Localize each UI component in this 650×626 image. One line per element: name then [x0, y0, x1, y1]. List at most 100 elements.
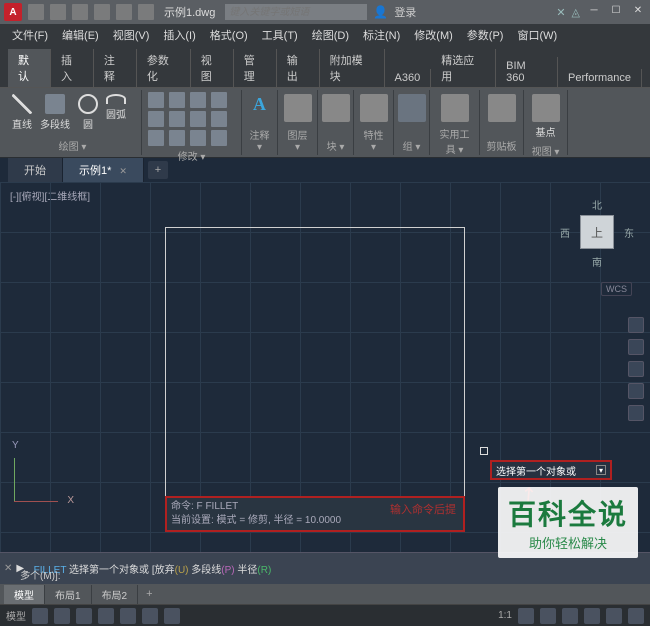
- panel-modify-label[interactable]: 修改 ▾: [148, 146, 235, 163]
- layout1-tab[interactable]: 布局1: [45, 585, 92, 604]
- isolate-icon[interactable]: [562, 608, 578, 624]
- view-cube[interactable]: 上 北 南 东 西: [562, 197, 632, 267]
- user-icon[interactable]: 👤: [373, 5, 388, 19]
- app-logo[interactable]: A: [4, 3, 22, 21]
- otrack-toggle-icon[interactable]: [142, 608, 158, 624]
- close-button[interactable]: ✕: [630, 5, 646, 19]
- stretch-icon[interactable]: [148, 130, 164, 146]
- tab-addins[interactable]: 附加模块: [320, 49, 385, 87]
- panel-layers-label[interactable]: 图层 ▾: [284, 125, 311, 153]
- orbit-icon[interactable]: [628, 383, 644, 399]
- utilities-button[interactable]: [436, 92, 473, 124]
- scale-label[interactable]: 1:1: [498, 610, 512, 621]
- menu-insert[interactable]: 插入(I): [157, 25, 201, 45]
- qat-undo-icon[interactable]: [116, 4, 132, 20]
- new-tab-button[interactable]: +: [148, 161, 168, 179]
- fillet-icon[interactable]: [190, 111, 206, 127]
- viewcube-north[interactable]: 北: [592, 197, 602, 212]
- explode-icon[interactable]: [211, 111, 227, 127]
- rotate-icon[interactable]: [169, 92, 185, 108]
- grid-toggle-icon[interactable]: [32, 608, 48, 624]
- panel-block-label[interactable]: 块 ▾: [324, 136, 347, 153]
- maximize-button[interactable]: ☐: [608, 5, 624, 19]
- search-input[interactable]: [225, 4, 367, 20]
- menu-edit[interactable]: 编辑(E): [56, 25, 105, 45]
- menu-modify[interactable]: 修改(M): [408, 25, 459, 45]
- tab-default[interactable]: 默认: [8, 49, 51, 87]
- copy-icon[interactable]: [148, 111, 164, 127]
- move-icon[interactable]: [148, 92, 164, 108]
- block-button[interactable]: [324, 92, 347, 124]
- tab-manage[interactable]: 管理: [234, 49, 277, 87]
- tab-performance[interactable]: Performance: [558, 69, 642, 87]
- panel-utilities-label[interactable]: 实用工具 ▾: [436, 124, 473, 156]
- line-button[interactable]: 直线: [10, 92, 34, 133]
- panel-group-label[interactable]: 组 ▾: [400, 136, 423, 153]
- tab-featured[interactable]: 精选应用: [431, 49, 496, 87]
- qat-new-icon[interactable]: [28, 4, 44, 20]
- viewcube-south[interactable]: 南: [592, 254, 602, 269]
- menu-tools[interactable]: 工具(T): [256, 25, 304, 45]
- snap-toggle-icon[interactable]: [54, 608, 70, 624]
- customize-icon[interactable]: [628, 608, 644, 624]
- mirror-icon[interactable]: [169, 111, 185, 127]
- menu-window[interactable]: 窗口(W): [511, 25, 563, 45]
- tab-bim360[interactable]: BIM 360: [496, 57, 558, 87]
- array-icon[interactable]: [190, 130, 206, 146]
- menu-draw[interactable]: 绘图(D): [306, 25, 355, 45]
- menu-format[interactable]: 格式(O): [204, 25, 254, 45]
- qat-open-icon[interactable]: [50, 4, 66, 20]
- polyline-button[interactable]: 多段线: [38, 92, 72, 133]
- erase-icon[interactable]: [211, 92, 227, 108]
- pan-icon[interactable]: [628, 339, 644, 355]
- ucs-icon[interactable]: Y X: [14, 450, 66, 502]
- login-link[interactable]: 登录: [394, 4, 416, 20]
- tab-insert[interactable]: 插入: [51, 49, 94, 87]
- cmdline-close-icon[interactable]: ✕: [4, 563, 12, 574]
- annotation-scale-icon[interactable]: [518, 608, 534, 624]
- panel-view-label[interactable]: 视图 ▾: [530, 141, 561, 158]
- add-layout-button[interactable]: +: [138, 586, 160, 602]
- tab-parametric[interactable]: 参数化: [137, 49, 191, 87]
- tab-output[interactable]: 输出: [277, 49, 320, 87]
- status-model-label[interactable]: 模型: [6, 608, 26, 623]
- tooltip-dropdown-icon[interactable]: ▾: [596, 465, 606, 475]
- menu-view[interactable]: 视图(V): [107, 25, 156, 45]
- steering-wheel-icon[interactable]: [628, 317, 644, 333]
- scale-icon[interactable]: [169, 130, 185, 146]
- panel-clipboard-label[interactable]: 剪贴板: [486, 136, 517, 153]
- clipboard-button[interactable]: [486, 92, 517, 124]
- qat-save-icon[interactable]: [72, 4, 88, 20]
- qat-saveas-icon[interactable]: [94, 4, 110, 20]
- viewcube-top[interactable]: 上: [580, 215, 614, 249]
- viewcube-east[interactable]: 东: [624, 225, 634, 240]
- group-button[interactable]: [400, 92, 423, 124]
- clean-screen-icon[interactable]: [606, 608, 622, 624]
- properties-button[interactable]: [360, 92, 387, 124]
- close-tab-icon[interactable]: ✕: [119, 166, 127, 176]
- layout2-tab[interactable]: 布局2: [92, 585, 139, 604]
- trim-icon[interactable]: [190, 92, 206, 108]
- offset-icon[interactable]: [211, 130, 227, 146]
- circle-button[interactable]: 圆: [76, 92, 100, 133]
- layers-button[interactable]: [284, 92, 311, 124]
- wcs-label[interactable]: WCS: [601, 282, 632, 296]
- model-tab[interactable]: 模型: [4, 585, 45, 604]
- menu-file[interactable]: 文件(F): [6, 25, 54, 45]
- basepoint-button[interactable]: 基点: [530, 92, 561, 141]
- minimize-button[interactable]: ─: [586, 5, 602, 19]
- tab-a360[interactable]: A360: [385, 69, 432, 87]
- panel-properties-label[interactable]: 特性 ▾: [360, 125, 387, 153]
- qat-redo-icon[interactable]: [138, 4, 154, 20]
- panel-draw-label[interactable]: 绘图 ▾: [10, 136, 135, 153]
- tab-view[interactable]: 视图: [191, 49, 234, 87]
- text-button[interactable]: A: [248, 92, 271, 117]
- lineweight-toggle-icon[interactable]: [164, 608, 180, 624]
- hardware-accel-icon[interactable]: [584, 608, 600, 624]
- tab-annotate[interactable]: 注释: [94, 49, 137, 87]
- ortho-toggle-icon[interactable]: [76, 608, 92, 624]
- zoom-extents-icon[interactable]: [628, 361, 644, 377]
- autodesk-icon[interactable]: ◬: [572, 6, 580, 19]
- tab-start[interactable]: 开始: [8, 158, 63, 182]
- polar-toggle-icon[interactable]: [98, 608, 114, 624]
